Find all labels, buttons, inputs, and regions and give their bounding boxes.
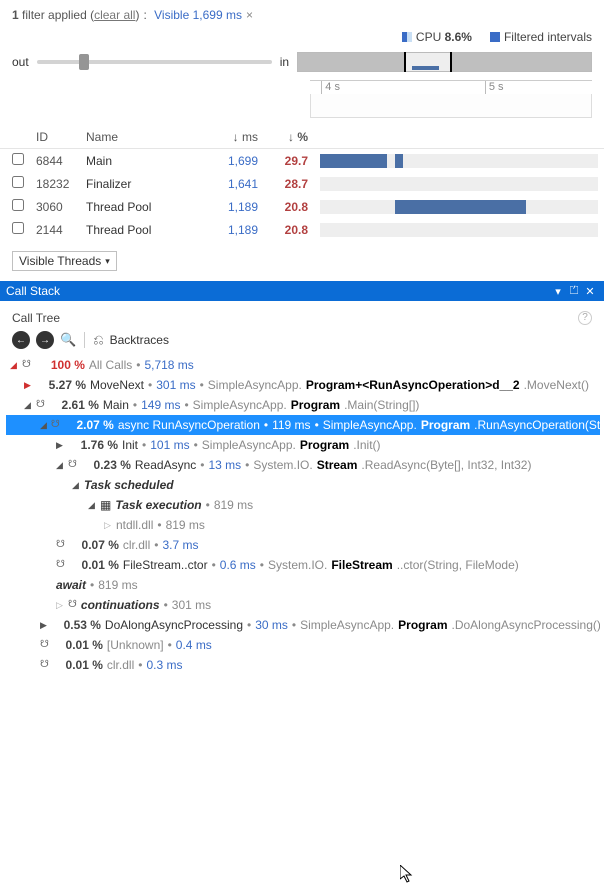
visible-threads-dropdown[interactable]: Visible Threads▾ — [12, 251, 117, 271]
thread-name: Main — [80, 149, 210, 173]
tree-row[interactable]: ☋ 0.01 % clr.dll• 0.3 ms — [6, 655, 600, 675]
col-ms[interactable]: ↓ ms — [210, 126, 264, 149]
thread-id: 3060 — [30, 195, 80, 218]
tree-row[interactable]: ▶ 0.53 % DoAlongAsyncProcessing• 30 ms• … — [6, 615, 600, 635]
tree-row[interactable]: ◢ Task scheduled — [6, 475, 600, 495]
thread-checkbox[interactable] — [12, 153, 24, 165]
tree-row-all-calls[interactable]: ◢☋ 100 % All Calls •5,718 ms — [6, 355, 600, 375]
expand-icon[interactable]: ◢ — [56, 456, 64, 474]
expand-icon[interactable]: ◢ — [72, 476, 80, 494]
tree-row[interactable]: ◢☋ 2.61 % Main• 149 ms• SimpleAsyncApp.P… — [6, 395, 600, 415]
task-icon: ▦ — [100, 496, 111, 514]
collapse-icon[interactable]: ▷ — [104, 516, 112, 534]
thread-id: 18232 — [30, 172, 80, 195]
zoom-slider[interactable] — [37, 60, 272, 64]
thread-pc: 20.8 — [264, 195, 314, 218]
thread-bar — [320, 223, 598, 237]
zoom-slider-thumb[interactable] — [79, 54, 89, 70]
collapse-icon[interactable]: ▶ — [24, 376, 32, 394]
tree-row[interactable]: ☋ 0.07 % clr.dll• 3.7 ms — [6, 535, 600, 555]
thread-ms: 1,189 — [210, 195, 264, 218]
thread-ms: 1,699 — [210, 149, 264, 173]
expand-icon[interactable]: ◢ — [88, 496, 96, 514]
thread-pc: 28.7 — [264, 172, 314, 195]
clear-all-link[interactable]: clear all — [94, 8, 135, 22]
expand-icon[interactable]: ◢ — [10, 356, 18, 374]
cpu-summary: CPU 8.6% Filtered intervals — [0, 28, 604, 48]
thread-checkbox[interactable] — [12, 222, 24, 234]
col-name[interactable]: Name — [80, 126, 210, 149]
thread-name: Thread Pool — [80, 218, 210, 241]
expand-icon[interactable]: ◢ — [40, 416, 47, 434]
filtered-intervals-icon — [490, 32, 500, 42]
calltree-toolbar: ← → 🔍 ⎌ Backtraces — [0, 329, 604, 353]
thread-ms: 1,641 — [210, 172, 264, 195]
thread-bar — [320, 154, 598, 168]
callstack-panel-header: Call Stack ▾ ⏍ ✕ — [0, 281, 604, 301]
thread-name: Finalizer — [80, 172, 210, 195]
thread-pc: 20.8 — [264, 218, 314, 241]
chevron-down-icon: ▾ — [105, 256, 110, 267]
threads-table: ID Name ↓ ms ↓ % 6844 Main 1,699 29.7 18… — [0, 126, 604, 241]
calltree-label: Call Tree — [12, 311, 60, 325]
col-id[interactable]: ID — [30, 126, 80, 149]
expand-icon[interactable]: ◢ — [24, 396, 32, 414]
cursor-icon — [400, 865, 416, 885]
filter-bar: 1 filter applied (clear all): Visible 1,… — [0, 0, 604, 28]
filter-count: 1 — [12, 8, 19, 22]
thread-id: 6844 — [30, 149, 80, 173]
search-icon[interactable]: 🔍 — [60, 332, 76, 348]
thread-bar — [320, 200, 598, 214]
timeline-ruler: 4 s 5 s — [310, 80, 592, 94]
thread-checkbox[interactable] — [12, 199, 24, 211]
backtraces-icon[interactable]: ⎌ — [93, 332, 103, 348]
zoom-out-label: out — [12, 55, 29, 69]
remove-filter-icon[interactable]: × — [246, 8, 253, 22]
table-row[interactable]: 3060 Thread Pool 1,189 20.8 — [0, 195, 604, 218]
col-pc[interactable]: ↓ % — [264, 126, 314, 149]
filter-pill: Visible 1,699 ms× — [154, 8, 253, 22]
thread-pc: 29.7 — [264, 149, 314, 173]
tree-row[interactable]: await• 819 ms — [6, 575, 600, 595]
tree-row[interactable]: ◢ ▦ Task execution• 819 ms — [6, 495, 600, 515]
tree-row[interactable]: ▶ 1.76 % Init• 101 ms• SimpleAsyncApp.Pr… — [6, 435, 600, 455]
close-icon[interactable]: ✕ — [582, 285, 598, 298]
nav-back-button[interactable]: ← — [12, 331, 30, 349]
timeline-canvas[interactable] — [310, 94, 592, 118]
tree-row[interactable]: ☋ 0.01 % FileStream..ctor• 0.6 ms• Syste… — [6, 555, 600, 575]
tree-row[interactable]: ▷☋ continuations• 301 ms — [6, 595, 600, 615]
zoom-in-label: in — [280, 55, 289, 69]
tree-row[interactable]: ▷ ntdll.dll• 819 ms — [6, 515, 600, 535]
tree-row[interactable]: ▶ 5.27 % MoveNext• 301 ms• SimpleAsyncAp… — [6, 375, 600, 395]
thread-id: 2144 — [30, 218, 80, 241]
backtraces-label: Backtraces — [110, 333, 169, 347]
collapse-icon[interactable]: ▶ — [40, 616, 47, 634]
help-icon[interactable]: ? — [578, 311, 592, 325]
pin-icon[interactable]: ⏍ — [566, 285, 582, 298]
thread-bar — [320, 177, 598, 191]
tree-row-selected[interactable]: ◢☋ 2.07 % async RunAsyncOperation• 119 m… — [6, 415, 600, 435]
table-row[interactable]: 18232 Finalizer 1,641 28.7 — [0, 172, 604, 195]
timeline-overview[interactable] — [297, 52, 592, 72]
nav-forward-button[interactable]: → — [36, 331, 54, 349]
thread-checkbox[interactable] — [12, 176, 24, 188]
thread-ms: 1,189 — [210, 218, 264, 241]
thread-name: Thread Pool — [80, 195, 210, 218]
table-row[interactable]: 2144 Thread Pool 1,189 20.8 — [0, 218, 604, 241]
collapse-icon[interactable]: ▶ — [56, 436, 64, 454]
call-tree[interactable]: ◢☋ 100 % All Calls •5,718 ms ▶ 5.27 % Mo… — [0, 353, 604, 685]
window-position-icon[interactable]: ▾ — [550, 285, 566, 298]
table-row[interactable]: 6844 Main 1,699 29.7 — [0, 149, 604, 173]
tree-row[interactable]: ◢☋ 0.23 % ReadAsync• 13 ms• System.IO.St… — [6, 455, 600, 475]
tree-row[interactable]: ☋ 0.01 % [Unknown]• 0.4 ms — [6, 635, 600, 655]
cpu-icon — [402, 32, 412, 42]
collapse-icon[interactable]: ▷ — [56, 596, 64, 614]
